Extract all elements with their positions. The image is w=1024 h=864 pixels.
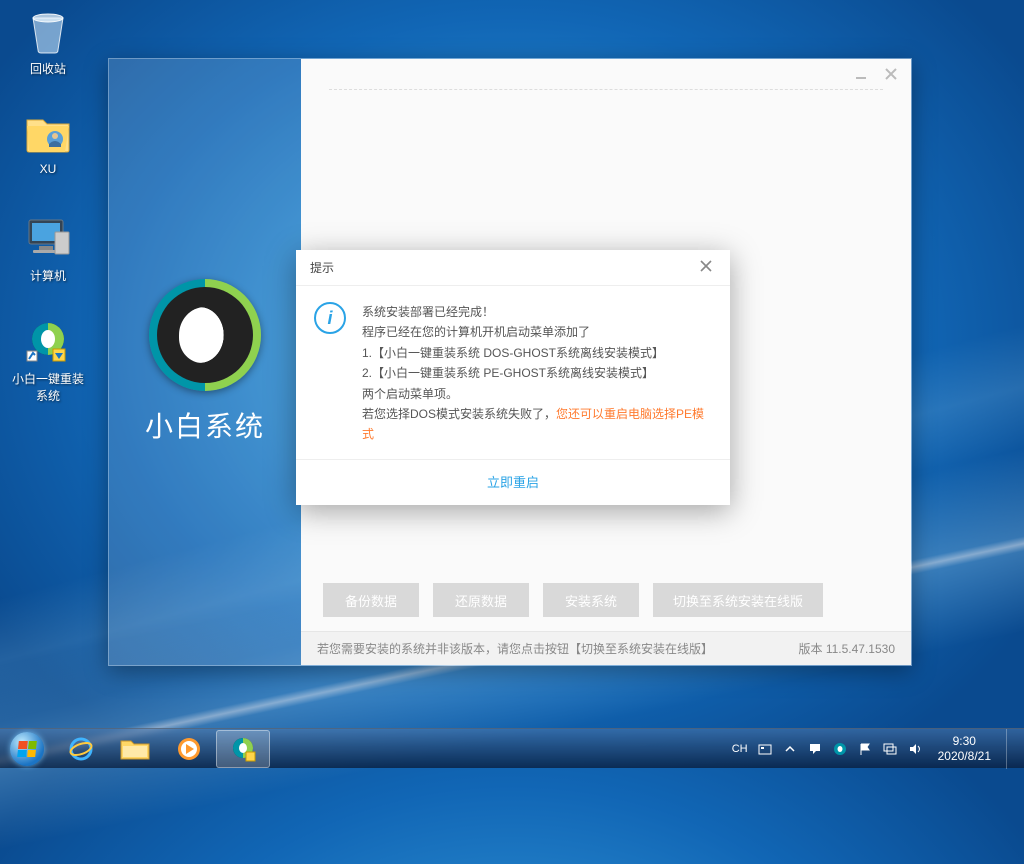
desktop-icon-app[interactable]: 小白一键重装系统 (12, 318, 84, 404)
info-icon: i (314, 302, 346, 334)
taskbar-item-explorer[interactable] (108, 730, 162, 768)
app-brand: 小白系统 (145, 405, 265, 445)
taskbar: CH 9:30 2020/8/21 (0, 728, 1024, 768)
version-label: 版本 11.5.47.1530 (798, 640, 895, 657)
dialog-title: 提示 (310, 259, 334, 276)
start-button[interactable] (0, 729, 54, 769)
dialog-line1: 系统安装部署已经完成！ (362, 302, 712, 322)
tray-app-icon[interactable] (832, 741, 848, 757)
restore-button[interactable]: 还原数据 (433, 583, 529, 617)
dialog-line3: 1.【小白一键重装系统 DOS-GHOST系统离线安装模式】 (362, 343, 712, 363)
close-button[interactable] (881, 64, 901, 84)
dialog-line6a: 若您选择DOS模式安装系统失败了， (362, 407, 556, 421)
install-button[interactable]: 安装系统 (543, 583, 639, 617)
desktop-icon-computer[interactable]: 计算机 (12, 215, 84, 284)
recycle-bin-label: 回收站 (12, 60, 84, 77)
flag-icon[interactable] (857, 741, 873, 757)
action-center-icon[interactable] (807, 741, 823, 757)
folder-xu-label: XU (12, 162, 84, 176)
clock[interactable]: 9:30 2020/8/21 (932, 734, 997, 764)
app-button-row: 备份数据 还原数据 安装系统 切换至系统安装在线版 (301, 565, 911, 631)
computer-icon (24, 215, 72, 263)
app-titlebar (301, 59, 911, 89)
minimize-button[interactable] (851, 64, 871, 84)
recycle-bin-icon (24, 8, 72, 56)
backup-button[interactable]: 备份数据 (323, 583, 419, 617)
app-logo-icon (149, 279, 261, 391)
dialog-line5: 两个启动菜单项。 (362, 384, 712, 404)
desktop-icon-recycle-bin[interactable]: 回收站 (12, 8, 84, 77)
app-shortcut-label: 小白一键重装系统 (12, 370, 84, 404)
divider (329, 89, 883, 115)
show-desktop-button[interactable] (1006, 729, 1016, 769)
clock-time: 9:30 (938, 734, 991, 749)
restart-now-button[interactable]: 立即重启 (296, 459, 730, 505)
app-sidebar: 小白系统 (109, 59, 301, 665)
switch-online-button[interactable]: 切换至系统安装在线版 (653, 583, 823, 617)
dialog-line4: 2.【小白一键重装系统 PE-GHOST系统离线安装模式】 (362, 363, 712, 383)
system-tray: CH 9:30 2020/8/21 (724, 729, 1024, 769)
ime-indicator[interactable]: CH (732, 743, 748, 755)
tray-chevron-icon[interactable] (782, 741, 798, 757)
folder-icon (24, 110, 72, 158)
dialog-close-button[interactable] (696, 259, 716, 277)
taskbar-item-xiaobai-app[interactable] (216, 730, 270, 768)
footer-hint: 若您需要安装的系统并非该版本，请您点击按钮【切换至系统安装在线版】 (317, 640, 713, 657)
app-footer: 若您需要安装的系统并非该版本，请您点击按钮【切换至系统安装在线版】 版本 11.… (301, 631, 911, 665)
desktop-icon-folder-xu[interactable]: XU (12, 110, 84, 176)
clock-date: 2020/8/21 (938, 749, 991, 764)
prompt-dialog: 提示 i 系统安装部署已经完成！ 程序已经在您的计算机开机启动菜单添加了 1.【… (296, 250, 730, 505)
volume-icon[interactable] (907, 741, 923, 757)
dialog-body-text: 系统安装部署已经完成！ 程序已经在您的计算机开机启动菜单添加了 1.【小白一键重… (362, 302, 712, 445)
windows-logo-icon (10, 732, 44, 766)
taskbar-item-media-player[interactable] (162, 730, 216, 768)
dialog-header: 提示 (296, 250, 730, 286)
computer-label: 计算机 (12, 267, 84, 284)
dialog-line2: 程序已经在您的计算机开机启动菜单添加了 (362, 322, 712, 342)
network-icon[interactable] (882, 741, 898, 757)
ime-options-icon[interactable] (757, 741, 773, 757)
app-shortcut-icon (24, 318, 72, 366)
taskbar-item-ie[interactable] (54, 730, 108, 768)
